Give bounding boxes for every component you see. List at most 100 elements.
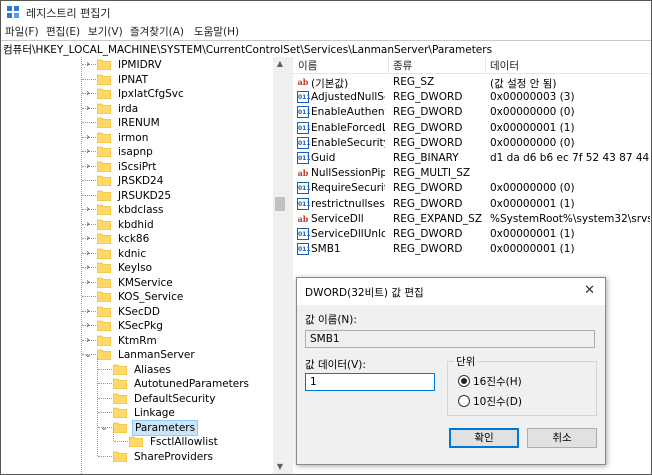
value-data-input[interactable]: 1 (305, 373, 435, 391)
menu-edit[interactable]: 편집(E) (46, 24, 80, 39)
expand-chevron-icon[interactable]: › (83, 276, 93, 290)
tree-item[interactable]: › KMService (86, 276, 273, 290)
tree-item-label[interactable]: LanmanServer (116, 348, 197, 362)
tree-item-label[interactable]: kck86 (116, 232, 151, 246)
hex-radio[interactable]: 16진수(H) (458, 374, 578, 388)
tree-item[interactable]: Linkage (113, 406, 273, 420)
tree-item[interactable]: KOS_Service (97, 290, 273, 304)
expand-chevron-icon[interactable]: › (83, 145, 93, 159)
tree-item-label[interactable]: iScsiPrt (116, 160, 158, 174)
tree-scrollbar[interactable]: ▲ ▼ (273, 57, 287, 474)
menu-view[interactable]: 보기(V) (88, 24, 123, 39)
address-path[interactable]: 컴퓨터\HKEY_LOCAL_MACHINE\SYSTEM\CurrentCon… (3, 42, 492, 57)
expand-chevron-icon[interactable]: › (83, 232, 93, 246)
tree-item[interactable]: ShareProviders (113, 450, 273, 464)
expand-chevron-icon[interactable]: › (83, 218, 93, 232)
tree-item-label[interactable]: kdnic (116, 247, 148, 261)
expand-chevron-icon[interactable]: › (83, 102, 93, 116)
tree-item-label[interactable]: KMService (116, 276, 175, 290)
value-row[interactable]: 011 Guid REG_BINARY d1 da d6 b6 ec 7f 52 43… (293, 151, 651, 166)
tree-item[interactable]: › kdnic (86, 247, 273, 261)
tree-item[interactable]: › kbdhid (86, 218, 273, 232)
tree-item-label[interactable]: JRSUKD25 (116, 189, 173, 203)
tree-item-label[interactable]: KeyIso (116, 261, 154, 275)
expand-chevron-icon[interactable]: › (83, 247, 93, 261)
scroll-down-icon[interactable]: ▼ (273, 460, 287, 474)
menu-file[interactable]: 파일(F) (5, 24, 39, 39)
tree-item[interactable]: ⌄ Parameters (100, 419, 273, 436)
tree-item[interactable]: › KSecPkg (86, 319, 273, 333)
menu-help[interactable]: 도움말(H) (194, 24, 239, 39)
value-row[interactable]: 011RequireSecurity... REG_DWORD 0x00000000… (293, 181, 651, 196)
tree-item[interactable]: › kbdclass (86, 203, 273, 217)
tree-item[interactable]: IRENUM (97, 116, 273, 130)
ok-button[interactable]: 확인 (449, 428, 519, 448)
tree-item-label[interactable]: irda (116, 102, 140, 116)
tree-item[interactable]: JRSUKD25 (97, 189, 273, 203)
tree-item-label[interactable]: Aliases (132, 363, 173, 377)
tree-item[interactable]: › IPMIDRV (86, 58, 273, 72)
value-row[interactable]: abNullSessionPipes REG_MULTI_SZ (293, 166, 651, 181)
value-row[interactable]: 011 SMB1 REG_DWORD 0x00000001 (1) (293, 242, 651, 257)
tree-item-label[interactable]: KSecDD (116, 305, 162, 319)
dec-radio-label[interactable]: 10진수(D) (473, 394, 522, 409)
hex-radio-dot[interactable] (458, 375, 470, 387)
tree-item[interactable]: AutotunedParameters (113, 377, 273, 391)
expand-chevron-icon[interactable]: › (83, 319, 93, 333)
tree-item-label[interactable]: KSecPkg (116, 319, 165, 333)
tree-item[interactable]: ⌄ LanmanServer (84, 348, 273, 362)
value-row[interactable]: ab (기본값) REG_SZ (값 설정 안 됨) (293, 75, 651, 90)
tree-item-label[interactable]: Linkage (132, 406, 177, 420)
tree-item-label[interactable]: KtmRm (116, 334, 159, 348)
value-row[interactable]: 011restrictnullsessa... REG_DWORD 0x000000… (293, 197, 651, 212)
value-row[interactable]: 011EnableAuthentic... REG_DWORD 0x00000000… (293, 105, 651, 120)
column-data[interactable]: 데이터 (490, 58, 519, 73)
column-name[interactable]: 이름 (298, 58, 317, 73)
tree-item[interactable]: JRSKD24 (97, 174, 273, 188)
tree-item-label[interactable]: kbdclass (116, 203, 165, 217)
tree-item[interactable]: DefaultSecurity (113, 392, 273, 406)
value-row[interactable]: ab ServiceDll REG_EXPAND_SZ %SystemRoot%\sy… (293, 212, 651, 227)
tree-item[interactable]: › isapnp (86, 145, 273, 159)
tree-item[interactable]: › IpxlatCfgSvc (86, 87, 273, 101)
scroll-up-icon[interactable]: ▲ (273, 57, 287, 71)
tree-item[interactable]: › iScsiPrt (86, 160, 273, 174)
tree-item-label[interactable]: IRENUM (116, 116, 162, 130)
tree-item-label[interactable]: KOS_Service (116, 290, 185, 304)
expand-chevron-icon[interactable]: › (83, 160, 93, 174)
expand-chevron-icon[interactable]: › (83, 334, 93, 348)
tree-item[interactable]: › KeyIso (86, 261, 273, 275)
menu-favorites[interactable]: 즐겨찾기(A) (130, 24, 184, 39)
tree-item[interactable]: › irmon (86, 131, 273, 145)
expand-chevron-icon[interactable]: › (83, 261, 93, 275)
expand-chevron-icon[interactable]: › (83, 305, 93, 319)
tree-item[interactable]: Aliases (113, 363, 273, 377)
tree-item[interactable]: › irda (86, 102, 273, 116)
tree-item[interactable]: › kck86 (86, 232, 273, 246)
dec-radio[interactable]: 10진수(D) (458, 394, 578, 408)
tree-item-label[interactable]: DefaultSecurity (132, 392, 217, 406)
tree-item[interactable]: IPNAT (97, 73, 273, 87)
expand-chevron-icon[interactable]: ⌄ (99, 421, 109, 435)
dec-radio-dot[interactable] (458, 395, 470, 407)
tree-item-label[interactable]: IPNAT (116, 73, 150, 87)
tree-item-label[interactable]: kbdhid (116, 218, 156, 232)
tree-item-label[interactable]: AutotunedParameters (132, 377, 251, 391)
expand-chevron-icon[interactable]: › (83, 203, 93, 217)
tree-item-label[interactable]: IPMIDRV (116, 58, 164, 72)
expand-chevron-icon[interactable]: › (83, 131, 93, 145)
value-row[interactable]: 011AdjustedNullSes... REG_DWORD 0x00000003… (293, 90, 651, 105)
value-row[interactable]: 011EnableSecurityS... REG_DWORD 0x00000000… (293, 136, 651, 151)
tree-item-label[interactable]: FsctlAllowlist (148, 435, 220, 449)
tree-item-label[interactable]: IpxlatCfgSvc (116, 87, 186, 101)
cancel-button[interactable]: 취소 (527, 428, 597, 448)
scroll-thumb[interactable] (275, 197, 285, 211)
value-row[interactable]: 011EnableForcedLo... REG_DWORD 0x00000001 … (293, 121, 651, 136)
tree-item-label[interactable]: Parameters (132, 419, 199, 436)
key-tree-pane[interactable]: › IPMIDRV IPNAT › IpxlatCfgSvc › irda IRENUM › ir… (1, 57, 287, 474)
value-row[interactable]: 011ServiceDllUnloa... REG_DWORD 0x00000001… (293, 227, 651, 242)
tree-item-label[interactable]: JRSKD24 (116, 174, 165, 188)
expand-chevron-icon[interactable]: › (83, 87, 93, 101)
tree-item[interactable]: › KtmRm (86, 334, 273, 348)
hex-radio-label[interactable]: 16진수(H) (473, 374, 522, 389)
